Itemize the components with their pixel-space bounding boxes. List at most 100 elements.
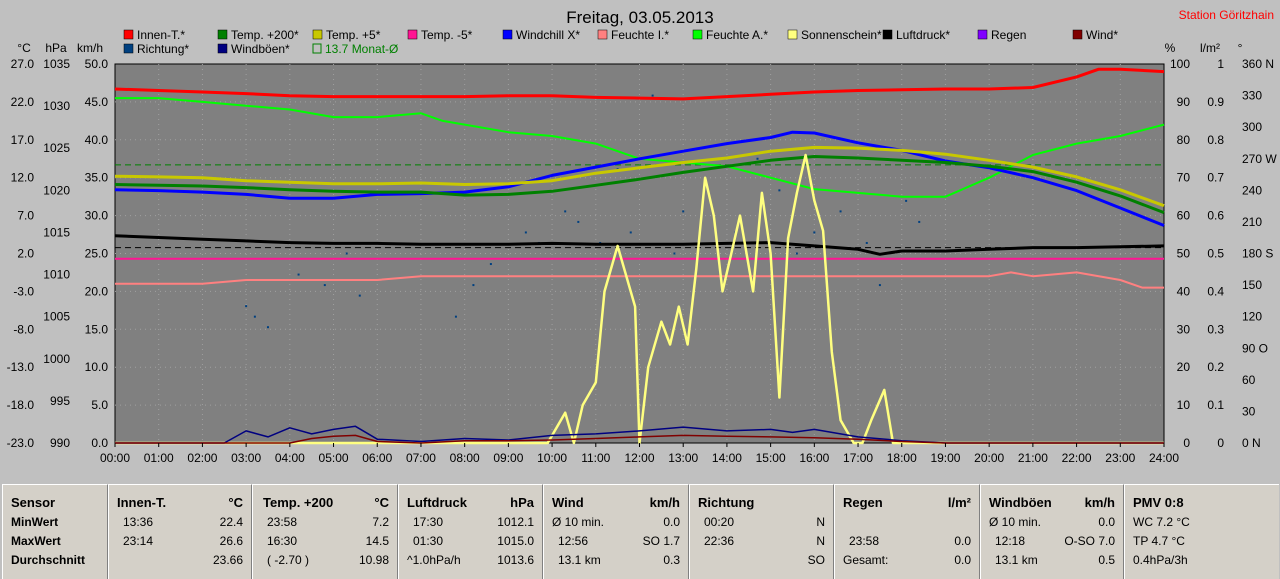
y-tick-label-left: 1025 <box>43 141 70 155</box>
direction-point <box>673 252 676 255</box>
y-tick-label-left: 35.0 <box>85 171 109 185</box>
stats-wind-max-val: SO 1.7 <box>642 534 680 548</box>
direction-point <box>472 284 475 287</box>
y-tick-label-right: 40 <box>1177 284 1191 298</box>
stats-luftdruck-max-time: 01:30 <box>413 534 444 548</box>
stats-wind-avg10-val: 0.0 <box>663 515 680 529</box>
legend-swatch <box>692 29 703 40</box>
axis-unit-left: hPa <box>45 41 67 55</box>
stats-row-min: MinWert <box>11 515 59 529</box>
direction-point <box>524 231 527 234</box>
stats-pmv-wc: WC 7.2 °C <box>1133 515 1190 529</box>
legend-swatch <box>312 43 322 54</box>
stats-wind-unit: km/h <box>649 495 680 510</box>
x-tick-label: 06:00 <box>362 451 392 465</box>
stats-row-avg: Durchschnitt <box>11 553 86 567</box>
stats-pmv-trend: 0.4hPa/3h <box>1133 553 1188 567</box>
x-tick-label: 14:00 <box>712 451 742 465</box>
stats-pmv-tp: TP 4.7 °C <box>1133 534 1185 548</box>
legend-label: Luftdruck* <box>896 28 950 42</box>
legend-label: Regen <box>991 28 1026 42</box>
direction-point <box>839 210 842 213</box>
x-tick-label: 13:00 <box>668 451 698 465</box>
legend: Innen-T.* Temp. +200* Temp. +5* Temp. -5* Wi… <box>123 28 1118 56</box>
axis-unit-left: °C <box>17 41 31 55</box>
direction-point <box>813 231 816 234</box>
y-tick-label-right: 60 <box>1242 373 1256 387</box>
x-tick-label: 16:00 <box>799 451 829 465</box>
legend-swatch <box>597 29 608 40</box>
stats-richtung-min-time: 00:20 <box>704 515 735 529</box>
direction-point <box>577 220 580 223</box>
y-tick-label-right: 10 <box>1177 398 1191 412</box>
y-tick-label-right: 80 <box>1177 133 1191 147</box>
stats-panel-regen: Regen l/m² 23:58 0.0 Gesamt: 0.0 <box>834 484 980 579</box>
stats-regen-total-label: Gesamt: <box>843 553 889 567</box>
stats-regen-max-time: 23:58 <box>849 534 880 548</box>
axis-unit-right: ° <box>1238 41 1243 55</box>
legend-label: 13.7 Monat-Ø <box>325 42 398 56</box>
legend-swatch <box>217 29 228 40</box>
legend-label: Innen-T.* <box>137 28 185 42</box>
direction-point <box>795 252 798 255</box>
stats-wind-title: Wind <box>552 495 584 510</box>
stats-regen-total-val: 0.0 <box>954 553 971 567</box>
legend-swatch <box>882 29 893 40</box>
y-tick-label-right: 330 <box>1242 89 1262 103</box>
stats-panel-temp200: Temp. +200 °C 23:58 7.2 16:30 14.5 ( -2.… <box>252 484 398 579</box>
y-tick-label-right: 0.4 <box>1207 284 1224 298</box>
stats-regen-title: Regen <box>843 495 883 510</box>
stats-innen-max-val: 26.6 <box>219 534 243 548</box>
x-tick-label: 05:00 <box>319 451 349 465</box>
stats-richtung-max-val: N <box>816 534 825 548</box>
x-tick-label: 00:00 <box>100 451 130 465</box>
direction-point <box>323 284 326 287</box>
y-tick-label-right: 0.5 <box>1207 247 1224 261</box>
y-tick-label-right: 360 N <box>1242 57 1274 71</box>
y-tick-label-left: 45.0 <box>85 95 109 109</box>
stats-luftdruck-avg-val: 1013.6 <box>497 553 534 567</box>
direction-point <box>756 157 759 160</box>
y-tick-label-right: 300 <box>1242 120 1262 134</box>
direction-point <box>345 252 348 255</box>
chart-svg: 00:00 01:00 02:00 03:00 04:00 05:00 06:00 07:00… <box>7 8 1278 465</box>
direction-point <box>297 273 300 276</box>
y-tick-label-left: 25.0 <box>85 247 109 261</box>
legend-swatch <box>1072 29 1083 40</box>
stats-temp200-trend: ( -2.70 ) <box>267 553 310 567</box>
stats-regen-max-val: 0.0 <box>954 534 971 548</box>
legend-label: Feuchte I.* <box>611 28 669 42</box>
direction-point <box>454 315 457 318</box>
legend-label: Sonnenschein* <box>801 28 882 42</box>
x-tick-label: 10:00 <box>537 451 567 465</box>
y-tick-label-right: 30 <box>1242 404 1256 418</box>
stats-regen-unit: l/m² <box>947 495 971 510</box>
stats-temp200-max-val: 14.5 <box>365 534 389 548</box>
y-tick-label-right: 0.3 <box>1207 322 1224 336</box>
stats-innen-avg-val: 23.66 <box>212 553 243 567</box>
legend-swatch <box>787 29 798 40</box>
direction-point <box>651 94 654 97</box>
x-tick-label: 02:00 <box>187 451 217 465</box>
y-tick-label-left: 1030 <box>43 99 70 113</box>
stats-luftdruck-min-time: 17:30 <box>413 515 444 529</box>
stats-temp200-min-val: 7.2 <box>372 515 389 529</box>
y-tick-label-left: -8.0 <box>13 322 34 336</box>
stats-windboen-avg-val: 0.5 <box>1098 553 1115 567</box>
direction-point <box>778 189 781 192</box>
y-tick-label-right: 60 <box>1177 209 1191 223</box>
y-tick-label-left: 990 <box>50 436 70 450</box>
y-tick-label-right: 70 <box>1177 171 1191 185</box>
stats-richtung-title: Richtung <box>698 495 755 510</box>
y-tick-label-left: 1015 <box>43 225 70 239</box>
legend-swatch <box>312 29 323 40</box>
stats-panel-pmv: PMV 0:8 WC 7.2 °C TP 4.7 °C 0.4hPa/3h <box>1124 484 1279 579</box>
stats-temp200-unit: °C <box>374 495 389 510</box>
direction-point <box>865 241 868 244</box>
y-tick-label-left: -13.0 <box>7 360 35 374</box>
stats-innen-max-time: 23:14 <box>123 534 154 548</box>
x-tick-label: 19:00 <box>930 451 960 465</box>
legend-swatch <box>977 29 988 40</box>
stats-luftdruck-title: Luftdruck <box>407 495 467 510</box>
legend-label: Feuchte A.* <box>706 28 768 42</box>
